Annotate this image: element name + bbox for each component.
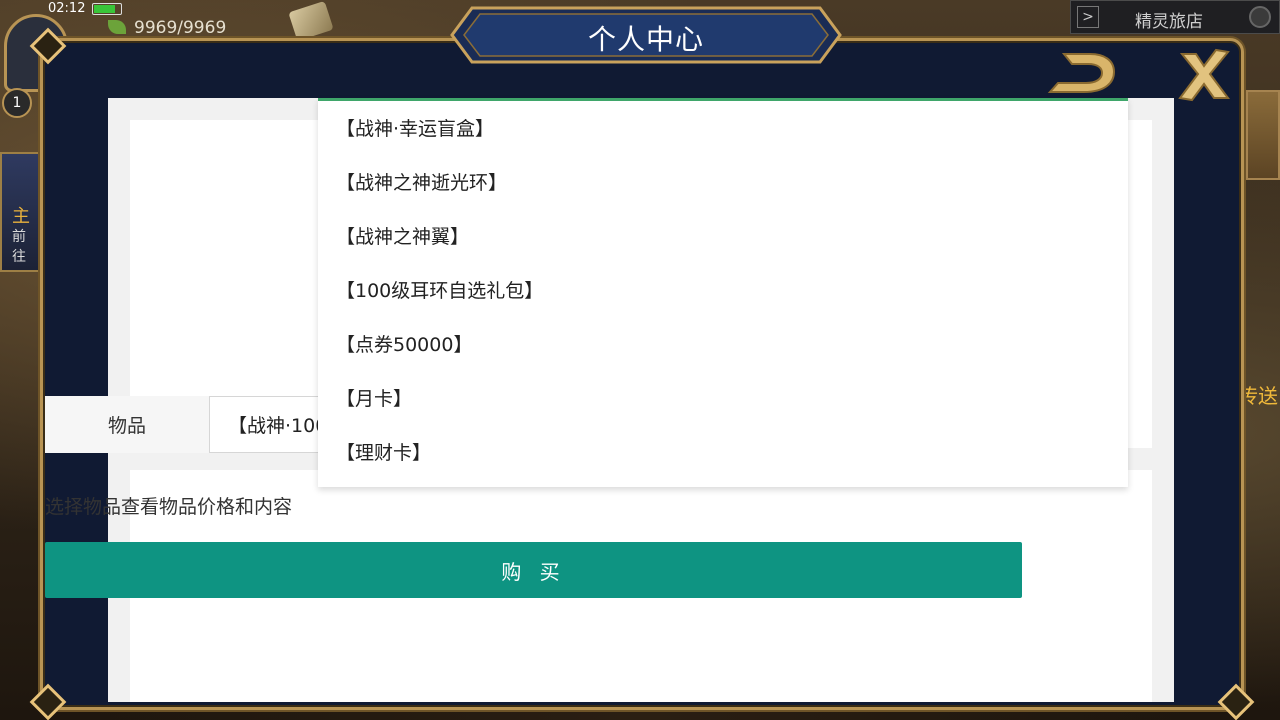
settings-gear-icon[interactable] [1249, 6, 1271, 28]
dialog-title: 个人中心 [587, 23, 704, 56]
option-item[interactable]: 【理财卡】 [318, 427, 1128, 481]
close-x-icon [1178, 48, 1230, 102]
option-item[interactable]: 【点券50000】 [318, 319, 1128, 373]
title-plate: 个人中心 [450, 6, 842, 64]
return-arrow-icon [1047, 53, 1116, 93]
right-side-label: 传送 [1238, 384, 1278, 408]
option-item[interactable]: 【战神·幸运盲盒】 [318, 103, 1128, 157]
shop-label: 精灵旅店 [1135, 12, 1203, 32]
close-button[interactable] [1176, 46, 1232, 102]
player-level-badge: 1 [2, 88, 32, 118]
stamina-counter: 9969/9969 [134, 18, 227, 38]
buy-button[interactable]: 购 买 [45, 542, 1022, 598]
status-time: 02:12 [48, 1, 86, 16]
expand-arrow-icon[interactable]: > [1077, 6, 1099, 28]
left-tile-subtitle: 前往 [12, 229, 26, 265]
right-side-decoration [1246, 90, 1280, 180]
shop-bar[interactable]: > 精灵旅店 [1070, 0, 1280, 34]
left-tile-title: 主 [12, 206, 30, 227]
hint-text: 选择物品查看物品价格和内容 [45, 496, 293, 518]
battery-icon [92, 3, 122, 15]
option-item[interactable]: 【月卡】 [318, 373, 1128, 427]
option-item[interactable]: 【战神之神逝光环】 [318, 157, 1128, 211]
option-item[interactable]: 【100级耳环自选礼包】 [318, 265, 1128, 319]
back-button[interactable] [1044, 48, 1120, 100]
item-label: 物品 [45, 396, 209, 453]
left-quest-tile[interactable]: 主 前往 [0, 152, 40, 272]
item-options-list: 【战神·幸运盲盒】 【战神之神逝光环】 【战神之神翼】 【100级耳环自选礼包】… [318, 98, 1128, 487]
option-item[interactable]: 【战神之神翼】 [318, 211, 1128, 265]
